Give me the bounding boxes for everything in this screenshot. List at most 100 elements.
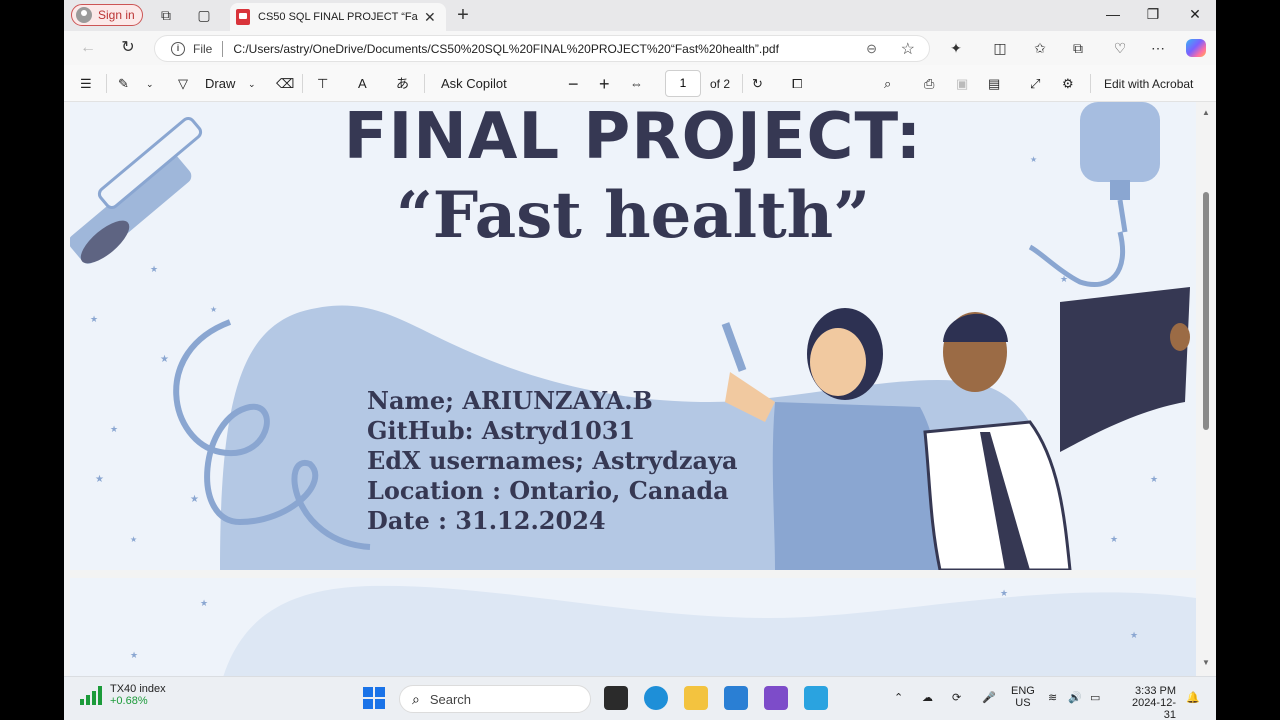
zoom-out-icon[interactable]: − (568, 75, 579, 93)
svg-text:★: ★ (200, 598, 208, 608)
taskbar: TX40 index +0.68% ⌕ Search ⌃ ☁ ⟳ 🎤 ENG U… (64, 676, 1216, 720)
text-box-icon[interactable]: ⊤ (317, 75, 328, 93)
taskbar-search[interactable]: ⌕ Search (399, 685, 591, 713)
notifications-icon[interactable]: 🔔 (1186, 691, 1200, 704)
svg-text:★: ★ (90, 314, 98, 324)
scroll-thumb[interactable] (1203, 192, 1209, 430)
settings-gear-icon[interactable]: ⚙ (1062, 75, 1074, 93)
stock-chart-icon (80, 685, 102, 705)
zoom-icon[interactable]: ⊖ (866, 41, 877, 57)
contents-icon[interactable]: ☰ (80, 75, 92, 93)
vscode-icon[interactable] (724, 686, 748, 710)
pdf-viewport[interactable]: ★★ ★★ ★★ ★★ ★★ ★★ ★★ ★★ (64, 102, 1216, 676)
svg-text:★: ★ (130, 535, 137, 544)
more-menu-icon[interactable]: ⋯ (1148, 39, 1168, 57)
wifi-icon[interactable]: ≋ (1048, 691, 1057, 704)
app-icon[interactable] (804, 686, 828, 710)
document-date: Date : 31.12.2024 (367, 506, 606, 535)
pdf-file-icon (236, 9, 250, 25)
chevron-down-icon[interactable]: ⌄ (248, 75, 256, 93)
tab-active-pdf[interactable]: CS50 SQL FINAL PROJECT “Fast health”.pdf… (230, 3, 446, 31)
collections-icon[interactable]: ⧉ (1068, 39, 1088, 57)
fit-to-width-icon[interactable]: ⇔ (630, 75, 643, 93)
close-tab-icon[interactable]: ✕ (424, 9, 436, 26)
copilot-icon[interactable] (1186, 39, 1206, 57)
browser-essentials-icon[interactable]: ♡ (1110, 39, 1130, 57)
address-bar-row: ← ↻ i File C:/Users/astry/OneDrive/Docum… (64, 31, 1216, 65)
show-hidden-icons-icon[interactable]: ⌃ (894, 691, 903, 704)
vertical-tabs-icon[interactable]: ▢ (194, 6, 214, 24)
rotate-icon[interactable]: ↻ (752, 75, 763, 93)
battery-icon[interactable]: ▭ (1090, 691, 1100, 704)
location: Location : Ontario, Canada (367, 476, 729, 505)
cloud-icon[interactable]: ☁ (922, 691, 933, 704)
browser-window: Sign in ⧉ ▢ CS50 SQL FINAL PROJECT “Fast… (64, 0, 1216, 720)
svg-text:★: ★ (1000, 588, 1008, 598)
minimize-icon[interactable]: — (1104, 6, 1122, 22)
highlight-icon[interactable]: ✎ (118, 75, 129, 93)
eraser-icon[interactable]: ⌫ (276, 75, 294, 93)
tab-strip: Sign in ⧉ ▢ CS50 SQL FINAL PROJECT “Fast… (64, 0, 1216, 31)
svg-text:★: ★ (130, 650, 138, 660)
document-title-line-1: FINAL PROJECT: (343, 102, 923, 174)
profile-icon (76, 7, 92, 23)
refresh-icon[interactable]: ↻ (118, 39, 138, 57)
clipchamp-icon[interactable] (764, 686, 788, 710)
file-explorer-icon[interactable] (684, 686, 708, 710)
stock-name: TX40 index (110, 683, 166, 695)
new-tab-button[interactable]: + (452, 4, 474, 27)
close-window-icon[interactable]: ✕ (1186, 6, 1204, 23)
clock-date: 2024-12-31 (1131, 697, 1176, 720)
info-icon[interactable]: i (171, 41, 185, 56)
clock-time: 3:33 PM (1135, 685, 1176, 697)
page-number-input[interactable]: 1 (665, 70, 701, 97)
svg-text:★: ★ (1130, 630, 1138, 640)
translate-icon[interactable]: あ (396, 75, 409, 93)
vertical-scrollbar[interactable]: ▲ ▼ (1200, 102, 1214, 676)
scroll-down-icon[interactable]: ▼ (1202, 658, 1210, 667)
svg-text:★: ★ (1150, 474, 1158, 484)
pdf-page-2: ★ ★ ★ ★ (70, 578, 1196, 676)
ask-copilot-button[interactable]: Ask Copilot (441, 75, 507, 93)
svg-text:★: ★ (110, 424, 118, 434)
language-indicator[interactable]: ENG US (1011, 685, 1035, 709)
favorites-icon[interactable]: ✩ (1030, 39, 1050, 57)
favorite-star-icon[interactable]: ☆ (901, 39, 915, 59)
chevron-down-icon[interactable]: ⌄ (146, 75, 154, 93)
address-bar[interactable]: i File C:/Users/astry/OneDrive/Documents… (154, 35, 930, 62)
save-icon[interactable]: ▣ (956, 75, 968, 93)
sync-icon[interactable]: ⟳ (952, 691, 961, 704)
task-view-icon[interactable] (604, 686, 628, 710)
svg-text:★: ★ (160, 354, 169, 365)
edge-icon[interactable] (644, 686, 668, 710)
stock-widget[interactable]: TX40 index +0.68% (80, 683, 166, 707)
workspaces-icon[interactable]: ⧉ (156, 6, 176, 24)
windows-start-icon[interactable] (362, 686, 386, 710)
page-view-icon[interactable]: ⧠ (792, 75, 802, 93)
edit-with-acrobat-button[interactable]: Edit with Acrobat (1104, 75, 1193, 93)
github-username: GitHub: Astryd1031 (367, 416, 636, 445)
fullscreen-icon[interactable]: ⤢ (1030, 75, 1040, 93)
volume-icon[interactable]: 🔊 (1068, 691, 1082, 704)
print-icon[interactable]: ⎙ (924, 75, 934, 93)
save-as-icon[interactable]: ▤ (988, 75, 1000, 93)
back-icon[interactable]: ← (78, 39, 98, 57)
scroll-up-icon[interactable]: ▲ (1202, 108, 1210, 117)
search-icon[interactable]: ⌕ (884, 75, 891, 93)
draw-icon[interactable]: ▽ (178, 75, 188, 93)
tab-title: CS50 SQL FINAL PROJECT “Fast health”.pdf (258, 11, 418, 23)
restore-icon[interactable]: ❐ (1144, 6, 1162, 23)
search-label: Search (429, 691, 472, 707)
author-name: Name; ARIUNZAYA.B (367, 386, 653, 415)
draw-label[interactable]: Draw (205, 75, 235, 93)
page-2-illustration: ★ ★ ★ ★ (130, 585, 1196, 676)
zoom-in-icon[interactable]: + (599, 75, 610, 93)
url-text[interactable]: C:/Users/astry/OneDrive/Documents/CS50%2… (233, 42, 779, 56)
clock[interactable]: 3:33 PM 2024-12-31 (1120, 685, 1176, 720)
extensions-icon[interactable]: ✦ (946, 39, 966, 57)
svg-text:★: ★ (150, 264, 158, 274)
microphone-icon[interactable]: 🎤 (982, 691, 996, 704)
split-screen-icon[interactable]: ◫ (990, 39, 1010, 57)
sign-in-button[interactable]: Sign in (71, 4, 143, 26)
read-aloud-icon[interactable]: A (358, 75, 367, 93)
